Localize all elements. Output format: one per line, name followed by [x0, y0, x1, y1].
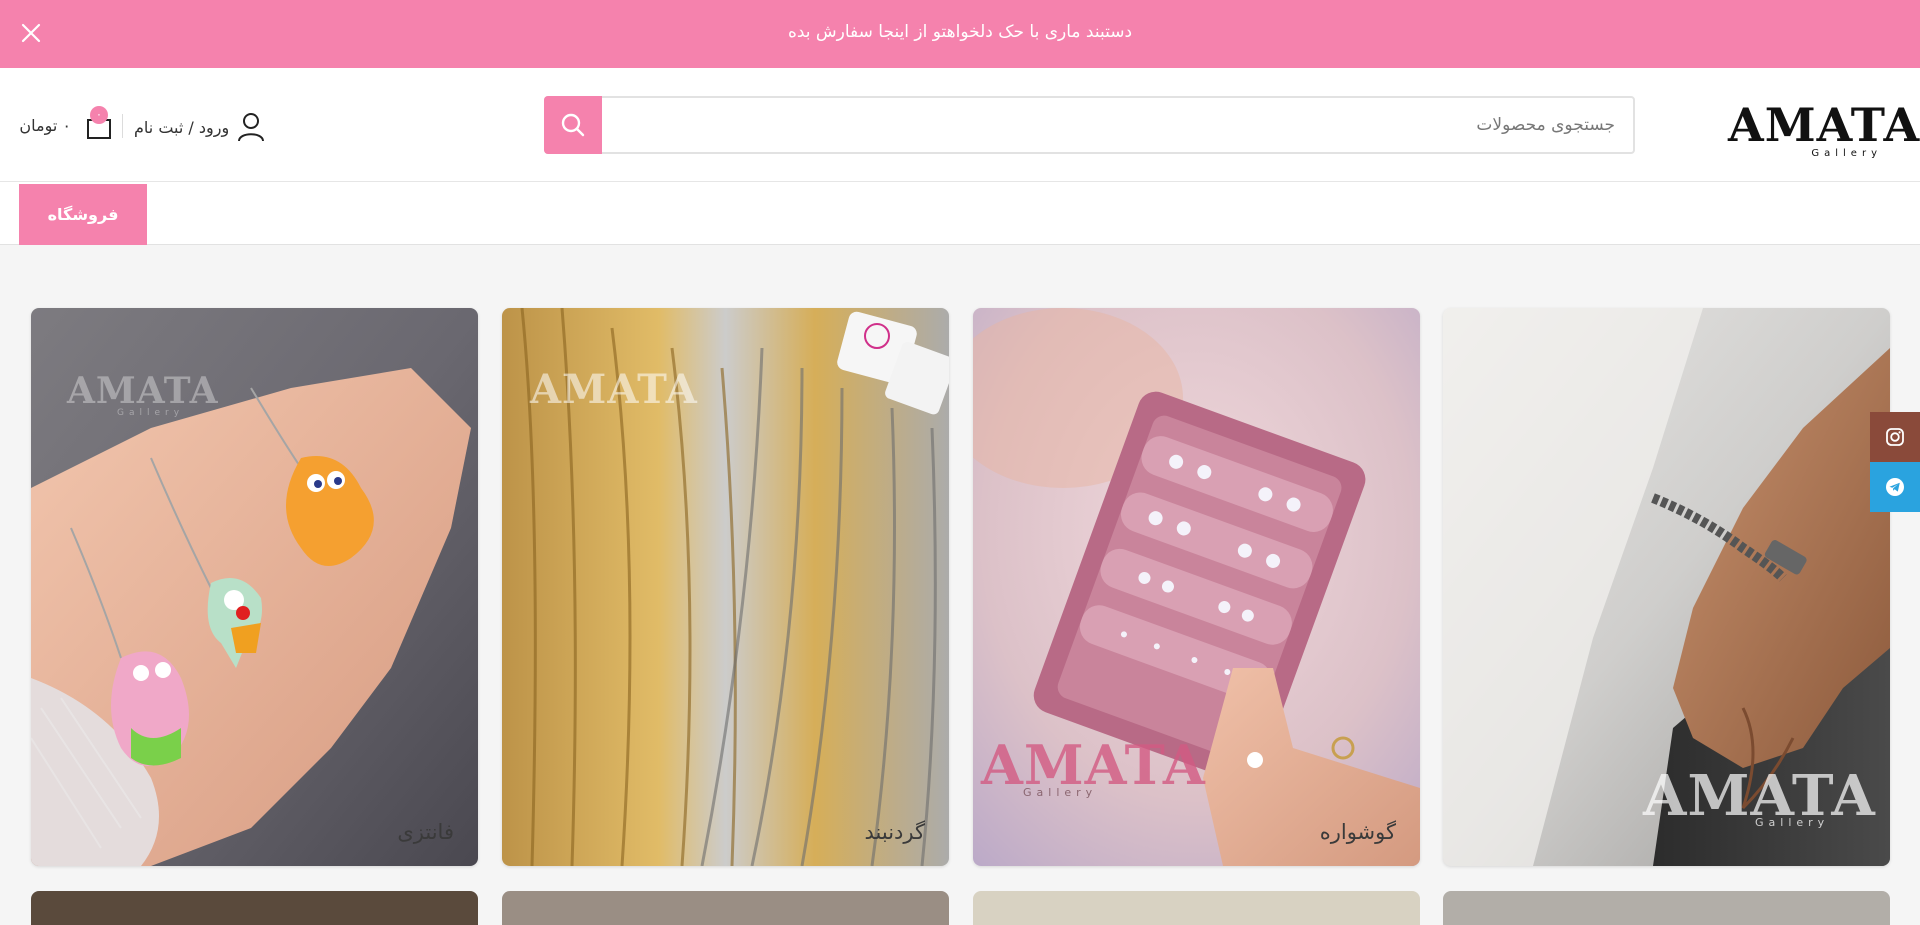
main-nav: فروشگاه [0, 182, 1920, 245]
category-card[interactable] [973, 891, 1420, 925]
instagram-icon [1886, 428, 1904, 446]
site-header: AMATA Gallery ورود / ثبت نام ۰ ۰ تومان [0, 68, 1920, 182]
logo-subtitle: Gallery [1811, 148, 1882, 159]
category-card[interactable] [31, 891, 478, 925]
watermark-subtitle: Gallery [117, 408, 185, 418]
instagram-button[interactable] [1870, 412, 1920, 462]
telegram-button[interactable] [1870, 462, 1920, 512]
shop-nav-button[interactable]: فروشگاه [19, 184, 147, 245]
search-button[interactable] [544, 96, 602, 154]
category-card-bracelet[interactable]: AMATA Gallery [1443, 308, 1890, 866]
watermark-subtitle: Gallery [1755, 816, 1830, 829]
category-card[interactable] [502, 891, 949, 925]
category-card-necklaces[interactable]: AMATA گردنبند [502, 308, 949, 866]
watermark-logo: AMATA [530, 366, 698, 413]
telegram-icon [1886, 478, 1904, 496]
cart-count-badge: ۰ [90, 106, 108, 124]
category-label: گوشواره [1319, 820, 1396, 844]
category-label: فانتزی [397, 820, 454, 844]
search-bar [544, 96, 1635, 154]
watermark-subtitle: Gallery [1023, 786, 1098, 799]
login-register-link[interactable]: ورود / ثبت نام [134, 112, 265, 142]
logo-wordmark: AMATA [1728, 98, 1920, 152]
user-icon [238, 113, 265, 142]
category-card[interactable] [1443, 891, 1890, 925]
watermark-logo: AMATA [67, 370, 219, 412]
account-label: ورود / ثبت نام [134, 117, 230, 137]
search-input[interactable] [603, 98, 1633, 152]
category-label: گردنبند [864, 820, 925, 844]
divider [122, 114, 123, 138]
promo-text[interactable]: دستبند ماری با حک دلخواهتو از اینجا سفار… [0, 22, 1920, 42]
cart-total: ۰ تومان [19, 116, 71, 135]
site-logo[interactable]: AMATA Gallery [1728, 100, 1919, 160]
category-card-earrings[interactable]: AMATA Gallery گوشواره [973, 308, 1420, 866]
promo-banner[interactable]: دستبند ماری با حک دلخواهتو از اینجا سفار… [0, 0, 1920, 68]
category-card-fantasy[interactable]: AMATA Gallery فانتزی [31, 308, 478, 866]
search-icon [561, 113, 585, 137]
